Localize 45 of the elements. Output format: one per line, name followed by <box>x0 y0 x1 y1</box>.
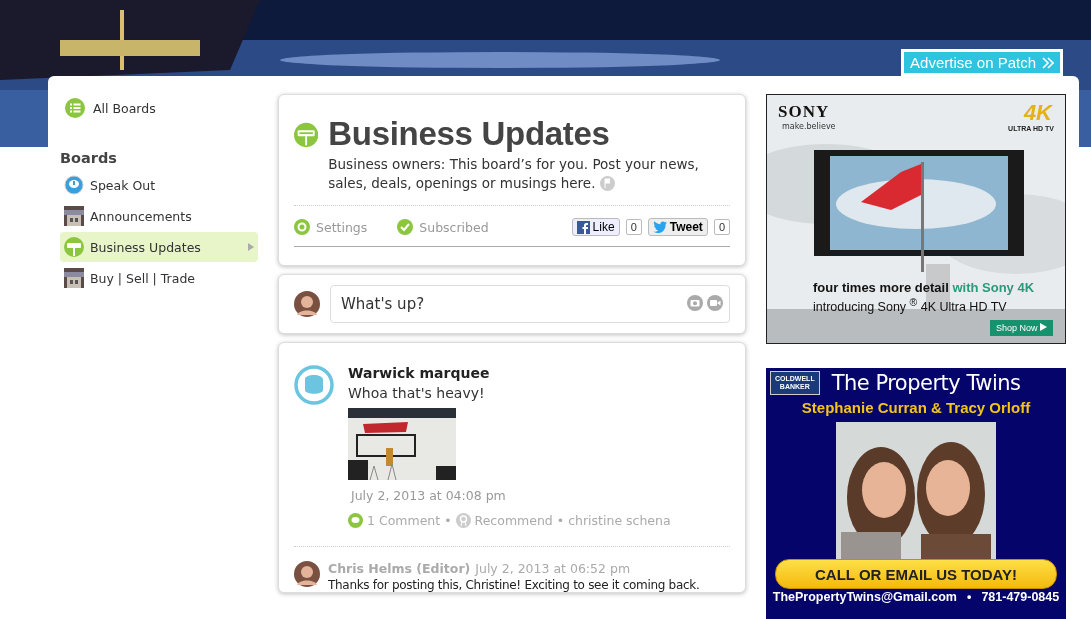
street-sign-icon <box>64 237 84 257</box>
comment-timestamp: July 2, 2013 at 06:52 pm <box>475 561 631 576</box>
like-count: 0 <box>625 219 642 235</box>
call-to-action-button[interactable]: CALL OR EMAIL US TODAY! <box>775 559 1057 589</box>
post-text: Whoa that's heavy! <box>348 385 486 401</box>
avatar-icon <box>294 365 334 405</box>
separator-dot: • <box>444 513 452 528</box>
avatar-icon <box>294 561 320 587</box>
camera-icon <box>687 295 703 311</box>
sidebar-item[interactable]: Business Updates <box>60 232 258 262</box>
comment-text: Thanks for posting this, Christine! Exciting to see it coming back. <box>328 578 700 592</box>
ad-headline: four times more detail with Sony 4K <box>813 280 1035 295</box>
separator-dot: • <box>556 513 565 528</box>
tweet-button[interactable]: Tweet <box>647 218 708 236</box>
avatar-icon <box>294 291 320 317</box>
settings-icon <box>294 219 310 235</box>
comment-author: Chris Helms (Editor) <box>328 561 471 576</box>
ad-subline: introducing Sony $^{®}$ 4K Ultra HD TV <box>813 297 1007 315</box>
flag-icon <box>599 176 615 191</box>
post-input-field[interactable]: What's up? <box>330 285 730 323</box>
shop-now-button[interactable]: Shop Now <box>989 320 1053 336</box>
bird-icon <box>652 221 667 233</box>
board-thumbnail-icon <box>64 268 84 288</box>
tweet-count: 0 <box>713 219 730 235</box>
post-title: Warwick marquee <box>348 365 491 381</box>
play-icon <box>1040 323 1047 331</box>
separator-dot: • <box>967 590 972 604</box>
agent-names: Stephanie Curran & Tracy Orloff <box>801 399 1031 416</box>
contact-phone: 781-479-0845 <box>981 590 1060 604</box>
board-description: Business owners: This board’s for you. Post your news, sales, deals, openings or musings here. <box>328 155 700 193</box>
sidebar-item[interactable]: Announcements <box>60 201 258 231</box>
comment-icon <box>348 513 363 528</box>
board-thumbnail-icon <box>64 206 84 226</box>
caret-icon <box>248 243 254 251</box>
post-timestamp: July 2, 2013 at 04:08 pm <box>349 488 507 503</box>
contact-email: ThePropertyTwins@Gmail.com <box>772 590 957 604</box>
like-button[interactable]: Like <box>571 218 620 236</box>
video-camera-icon <box>707 295 723 311</box>
sidebar-item[interactable]: Buy | Sell | Trade <box>60 263 258 293</box>
ad-title: The Property Twins <box>831 371 1021 395</box>
boards-heading: Boards <box>60 150 118 166</box>
sidebar-item[interactable]: Speak Out <box>60 170 258 200</box>
ribbon-icon <box>455 513 471 528</box>
facebook-icon <box>576 220 590 234</box>
checkmark-icon <box>397 219 414 235</box>
